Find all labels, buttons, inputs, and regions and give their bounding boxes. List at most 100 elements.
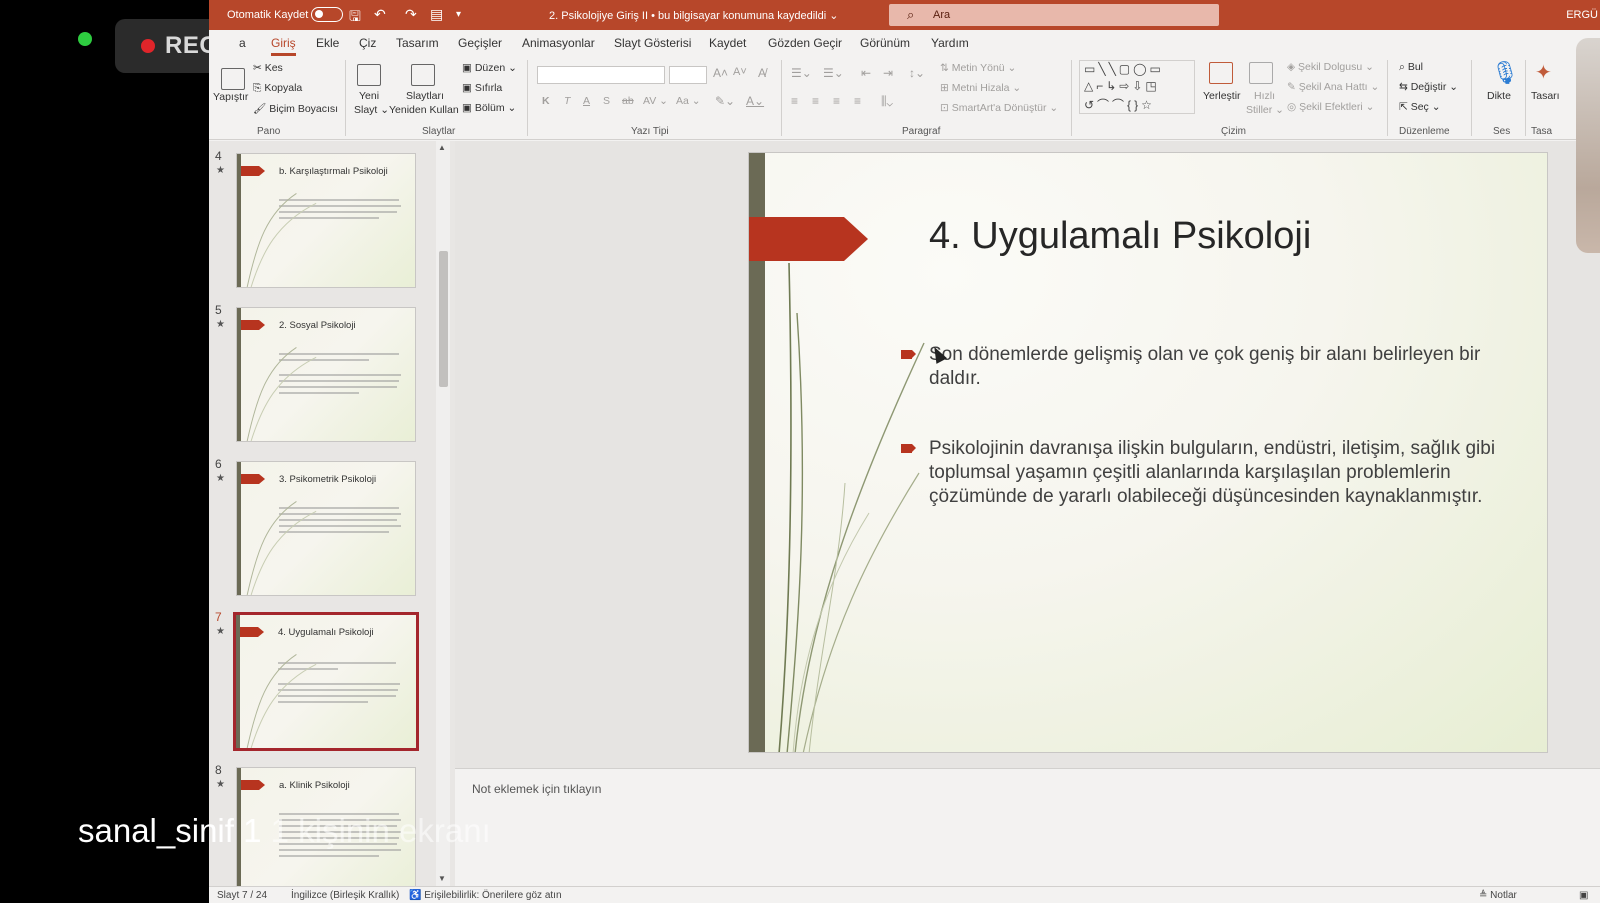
increase-indent-icon[interactable]: ⇥ — [883, 66, 893, 80]
shadow-button[interactable]: S — [603, 95, 610, 107]
redo-icon[interactable]: ↷ — [405, 6, 417, 23]
strikethrough-button[interactable]: ab — [622, 95, 634, 107]
paste-button[interactable]: Yapıştır — [213, 91, 248, 103]
accessibility-indicator[interactable]: ♿ Erişilebilirlik: Önerilere göz atın — [409, 890, 562, 901]
quick-styles-icon[interactable] — [1249, 62, 1273, 84]
quick-styles-dropdown[interactable]: Stiller ⌄ — [1246, 104, 1284, 116]
italic-button[interactable]: T — [564, 95, 570, 107]
tab-draw[interactable]: Çiz — [359, 36, 376, 50]
numbering-icon[interactable]: ☰⌄ — [823, 66, 844, 80]
shapes-row-2: △⌐↳⇨⇩◳ — [1084, 79, 1160, 93]
document-title[interactable]: 2. Psikolojiye Giriş II • bu bilgisayar … — [549, 9, 838, 22]
grow-font-icon[interactable]: A˄ — [713, 66, 728, 80]
find-button[interactable]: ⌕ Bul — [1399, 61, 1423, 74]
align-left-icon[interactable]: ≡ — [791, 94, 798, 108]
align-center-icon[interactable]: ≡ — [812, 94, 819, 108]
quick-styles-label[interactable]: Hızlı — [1254, 90, 1275, 102]
present-icon[interactable]: ▤ — [430, 6, 443, 23]
select-button[interactable]: ⇱ Seç ⌄ — [1399, 101, 1441, 113]
search-box[interactable]: ⌕ Ara — [889, 4, 1219, 26]
align-text-button[interactable]: ⊞ Metni Hizala ⌄ — [940, 82, 1021, 94]
shapes-gallery[interactable]: ▭╲╲▢◯▭ △⌐↳⇨⇩◳ ↺⌒⌒{}☆ — [1079, 60, 1195, 114]
slide-thumbnail[interactable]: 3. Psikometrik Psikoloji — [236, 461, 416, 596]
microphone-icon[interactable]: 🎙 — [1491, 60, 1519, 86]
undo-icon[interactable]: ↶ — [374, 6, 386, 23]
font-name-box[interactable] — [537, 66, 665, 84]
designer-icon[interactable]: ✦ — [1535, 60, 1552, 85]
dictate-button[interactable]: Dikte — [1487, 90, 1511, 102]
copy-button[interactable]: ⎘ Kopyala — [253, 82, 302, 95]
section-button[interactable]: ▣ Bölüm ⌄ — [462, 102, 516, 114]
record-dot-icon — [141, 39, 155, 53]
reset-button[interactable]: ▣ Sıfırla — [462, 82, 502, 94]
text-direction-button[interactable]: ⇅ Metin Yönü ⌄ — [940, 62, 1016, 74]
format-painter-button[interactable]: 🖌 Biçim Boyacısı — [253, 102, 338, 115]
char-spacing-button[interactable]: AV ⌄ — [643, 95, 668, 107]
reuse-slides-label[interactable]: Slaytları — [406, 90, 444, 102]
cut-button[interactable]: ✂ Kes — [253, 62, 283, 74]
tab-transitions[interactable]: Geçişler — [458, 36, 502, 50]
scroll-up-icon[interactable]: ▲ — [438, 143, 446, 152]
shape-effects-button[interactable]: ◎ Şekil Efektleri ⌄ — [1287, 101, 1374, 113]
new-slide-label[interactable]: Yeni — [359, 90, 379, 102]
change-case-button[interactable]: Aa ⌄ — [676, 95, 701, 107]
slide-bullet[interactable]: Son dönemlerde gelişmiş olan ve çok geni… — [901, 343, 1529, 391]
autosave-toggle[interactable] — [311, 7, 343, 22]
reuse-slides-label-2[interactable]: Yeniden Kullan — [389, 104, 459, 116]
arrange-icon[interactable] — [1209, 62, 1233, 84]
tab-slideshow[interactable]: Slayt Gösterisi — [614, 36, 691, 50]
thumbnails-scrollbar[interactable]: ▲ ▼ — [436, 141, 450, 886]
paste-icon[interactable] — [221, 68, 245, 90]
replace-button[interactable]: ⇆ Değiştir ⌄ — [1399, 81, 1458, 93]
user-name[interactable]: ERGÜ — [1566, 9, 1598, 21]
smartart-button[interactable]: ⊡ SmartArt'a Dönüştür ⌄ — [940, 102, 1058, 114]
new-slide-icon[interactable] — [357, 64, 381, 86]
justify-icon[interactable]: ≡ — [854, 94, 861, 108]
line-spacing-icon[interactable]: ↕⌄ — [909, 66, 925, 80]
tab-insert[interactable]: Ekle — [316, 36, 339, 50]
save-icon[interactable]: 🖫 — [349, 6, 361, 30]
shape-outline-button[interactable]: ✎ Şekil Ana Hattı ⌄ — [1287, 81, 1379, 93]
slide-thumbnail[interactable]: b. Karşılaştırmalı Psikoloji — [236, 153, 416, 288]
screen: REC Otomatik Kaydet 🖫 ↶ ↷ ▤ ▾ 2. Psikolo… — [0, 0, 1600, 903]
designer-button[interactable]: Tasarı — [1531, 90, 1560, 102]
reuse-slides-icon[interactable] — [411, 64, 435, 86]
new-slide-dropdown[interactable]: Slayt ⌄ — [354, 104, 389, 116]
tab-view[interactable]: Görünüm — [860, 36, 910, 50]
notes-pane[interactable]: Not eklemek için tıklayın — [455, 768, 1600, 886]
decrease-indent-icon[interactable]: ⇤ — [861, 66, 871, 80]
columns-icon[interactable]: ⫼⌄ — [881, 94, 893, 109]
slide-thumbnail-selected[interactable]: 4. Uygulamalı Psikoloji — [233, 612, 419, 751]
normal-view-icon[interactable]: ▣ — [1579, 890, 1588, 901]
tab-review[interactable]: Gözden Geçir — [768, 36, 842, 50]
underline-button[interactable]: A — [583, 95, 590, 107]
scroll-down-icon[interactable]: ▼ — [438, 874, 446, 883]
bullets-icon[interactable]: ☰⌄ — [791, 66, 812, 80]
slide-title[interactable]: 4. Uygulamalı Psikoloji — [929, 215, 1311, 258]
highlight-icon[interactable]: ✎⌄ — [715, 94, 735, 108]
scrollbar-thumb[interactable] — [439, 251, 448, 387]
tab-home[interactable]: Giriş — [271, 36, 296, 56]
layout-button[interactable]: ▣ Düzen ⌄ — [462, 62, 517, 74]
align-right-icon[interactable]: ≡ — [833, 94, 840, 108]
tab-design[interactable]: Tasarım — [396, 36, 439, 50]
text-direction-icon: ⇅ — [940, 62, 952, 74]
shrink-font-icon[interactable]: A˅ — [733, 66, 747, 78]
language-indicator[interactable]: İngilizce (Birleşik Krallık) — [291, 890, 399, 901]
font-color-icon[interactable]: A⌄ — [746, 94, 764, 108]
current-slide[interactable]: 4. Uygulamalı Psikoloji Son dönemlerde g… — [748, 152, 1548, 753]
tab-record[interactable]: Kaydet — [709, 36, 746, 50]
notes-button[interactable]: ≜ Notlar — [1479, 890, 1517, 901]
shape-fill-button[interactable]: ◈ Şekil Dolgusu ⌄ — [1287, 61, 1374, 73]
font-size-box[interactable] — [669, 66, 707, 84]
clear-format-icon[interactable]: A̸ — [758, 66, 766, 80]
slide-thumbnail[interactable]: 2. Sosyal Psikoloji — [236, 307, 416, 442]
bullet-arrow-icon — [901, 444, 916, 453]
tab-animations[interactable]: Animasyonlar — [522, 36, 595, 50]
customize-qat-icon[interactable]: ▾ — [456, 9, 461, 20]
tab-file[interactable]: a — [239, 36, 246, 50]
tab-help[interactable]: Yardım — [931, 36, 969, 50]
slide-bullet[interactable]: Psikolojinin davranışa ilişkin bulguları… — [901, 437, 1529, 509]
bold-button[interactable]: K — [542, 95, 550, 107]
arrange-button[interactable]: Yerleştir — [1203, 90, 1241, 102]
